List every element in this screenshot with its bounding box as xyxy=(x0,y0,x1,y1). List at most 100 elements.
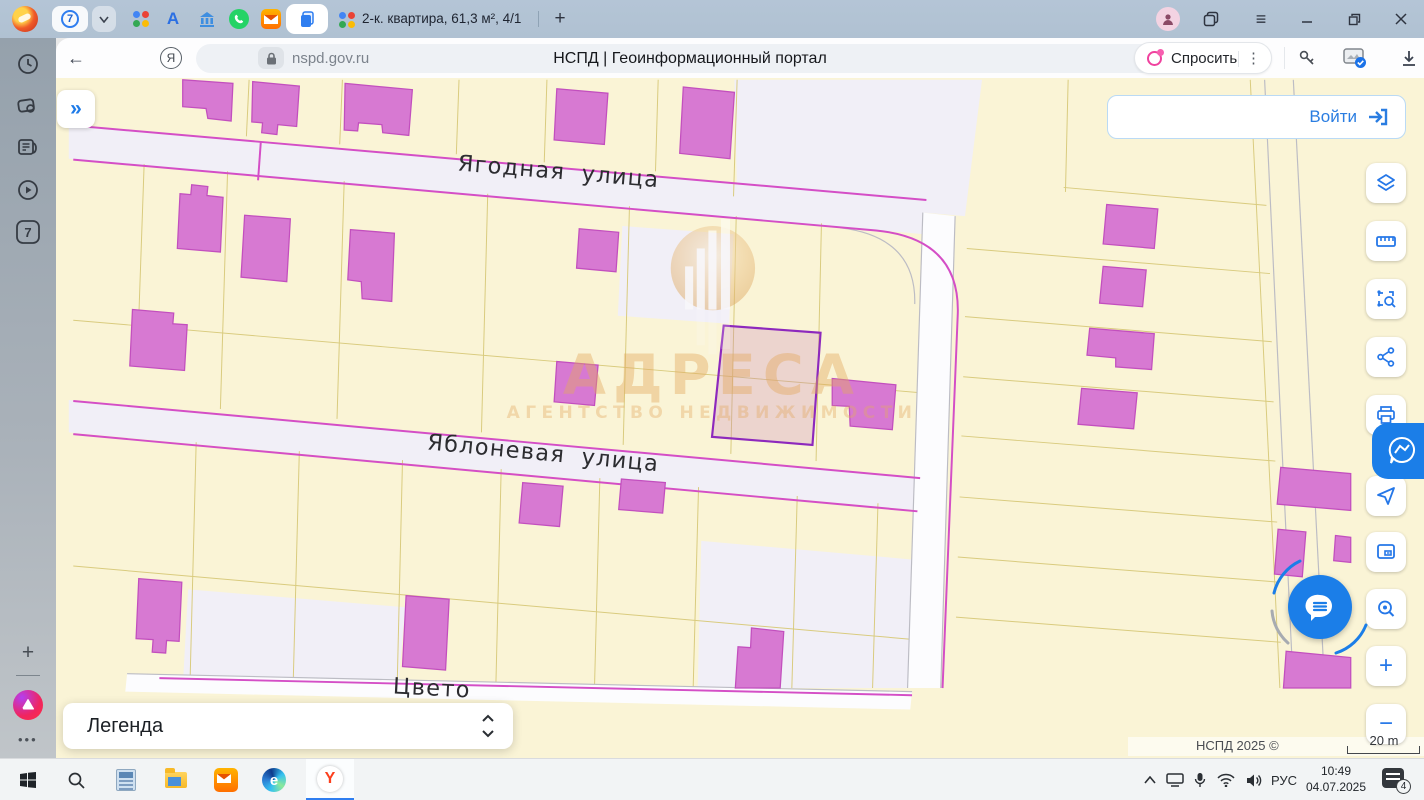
video-button[interactable] xyxy=(14,176,42,204)
yandex-browser-icon: Y xyxy=(317,766,343,792)
login-bar[interactable]: Войти xyxy=(1107,95,1406,139)
pinned-tab-whatsapp[interactable] xyxy=(226,6,252,32)
share-button[interactable] xyxy=(1366,337,1406,377)
search-pin-icon xyxy=(1375,598,1397,620)
chat-bubble-icon xyxy=(1303,590,1337,624)
taskbar-app-document[interactable] xyxy=(104,759,148,800)
feed-button[interactable] xyxy=(14,134,42,162)
tabs-overview-button[interactable] xyxy=(1198,7,1224,31)
folder-icon xyxy=(165,772,187,788)
tray-wifi[interactable] xyxy=(1212,759,1240,800)
chevron-down-icon xyxy=(99,16,109,23)
plus-icon: + xyxy=(1379,652,1393,680)
pinned-tab-mail[interactable] xyxy=(258,6,284,32)
address-bar[interactable]: nspd.gov.ru НСПД | Геоинформационный пор… xyxy=(196,44,1184,73)
measure-button[interactable] xyxy=(1366,221,1406,261)
plus-icon: + xyxy=(22,641,34,665)
camera-icon xyxy=(16,94,40,118)
new-tab-button[interactable]: + xyxy=(548,7,572,31)
pinned-tab-bank[interactable] xyxy=(194,6,220,32)
minimize-button[interactable] xyxy=(1294,7,1320,31)
pinned-tab-services[interactable] xyxy=(128,6,154,32)
close-icon xyxy=(1395,13,1407,25)
wallet-card-button[interactable] xyxy=(1342,46,1368,70)
street-label-bottom-partial: Цвето xyxy=(392,673,471,703)
notification-badge: 4 xyxy=(1396,779,1411,794)
browser-logo-icon[interactable] xyxy=(12,6,38,32)
sidebar-divider xyxy=(16,675,40,676)
minimize-icon xyxy=(1301,13,1313,25)
screenshot-button[interactable] xyxy=(14,92,42,120)
taskbar-file-explorer[interactable] xyxy=(154,759,198,800)
legend-label: Легенда xyxy=(87,703,163,749)
legend-panel[interactable]: Легенда xyxy=(63,703,513,749)
profile-avatar[interactable] xyxy=(1156,7,1180,31)
downloads-button[interactable] xyxy=(1396,46,1422,70)
tray-hidden-icons[interactable] xyxy=(1138,759,1162,800)
chat-widget[interactable] xyxy=(1266,553,1374,661)
bank-icon xyxy=(198,10,216,28)
toolbar-separator xyxy=(1284,47,1285,69)
active-pinned-tab[interactable] xyxy=(286,4,328,34)
history-button[interactable] xyxy=(14,50,42,78)
tray-language[interactable]: РУС xyxy=(1268,759,1300,800)
pinned-tab-a[interactable]: A xyxy=(160,6,186,32)
ask-alice-chip[interactable]: Спросить ⋮ xyxy=(1134,42,1272,74)
legend-collapse-icon[interactable] xyxy=(481,712,495,740)
expand-panel-button[interactable]: » xyxy=(57,90,95,128)
tab-group-chip[interactable]: 7 xyxy=(52,6,88,32)
menu-icon: ≡ xyxy=(1256,9,1267,30)
tray-cast[interactable] xyxy=(1162,759,1188,800)
yandex-search-button[interactable]: Я xyxy=(160,47,182,69)
seven-square-icon: 7 xyxy=(15,219,41,245)
tray-microphone[interactable] xyxy=(1188,759,1212,800)
tab-group-seven-button[interactable]: 7 xyxy=(14,218,42,246)
letter-a-icon: A xyxy=(167,9,179,29)
geolocation-button[interactable] xyxy=(1366,476,1406,516)
scale-bar xyxy=(1347,746,1420,754)
tab-group-expand[interactable] xyxy=(92,6,116,32)
svg-text:7: 7 xyxy=(24,225,31,240)
ruler-icon xyxy=(1375,230,1397,252)
watermark-title: АДРЕСА xyxy=(563,343,861,408)
browser-toolbar: ← Я ↻ nspd.gov.ru НСПД | Геоинформационн… xyxy=(56,38,1424,78)
taskbar-yandex-browser-active[interactable]: Y xyxy=(306,759,354,800)
restore-button[interactable] xyxy=(1341,7,1367,31)
speaker-icon xyxy=(1246,773,1263,788)
sidebar-add-button[interactable]: + xyxy=(16,641,40,665)
restore-icon xyxy=(1348,13,1361,26)
back-button[interactable]: ← xyxy=(62,38,90,78)
services-icon xyxy=(133,11,149,27)
chat-button[interactable] xyxy=(1288,575,1352,639)
ask-separator xyxy=(1238,51,1239,67)
login-icon xyxy=(1367,107,1389,127)
tab-title[interactable]: 2-к. квартира, 61,3 м², 4/1 xyxy=(362,0,528,38)
browser-menu-button[interactable]: ≡ xyxy=(1248,7,1274,31)
person-icon xyxy=(1161,12,1175,26)
passwords-button[interactable] xyxy=(1294,46,1320,70)
edge-icon: e xyxy=(262,768,286,792)
close-button[interactable] xyxy=(1388,7,1414,31)
taskbar-search-button[interactable] xyxy=(54,759,98,800)
sidebar-more-button[interactable]: ••• xyxy=(18,732,38,747)
start-button[interactable] xyxy=(6,759,50,800)
alice-button[interactable] xyxy=(13,690,43,720)
ask-more-button[interactable]: ⋮ xyxy=(1246,43,1261,75)
ya-icon: Я xyxy=(167,51,176,65)
share-icon xyxy=(1375,346,1397,368)
taskbar-mail[interactable] xyxy=(204,759,248,800)
feedback-widget[interactable] xyxy=(1372,423,1424,479)
layers-button[interactable] xyxy=(1366,163,1406,203)
tray-clock[interactable]: 10:49 04.07.2025 xyxy=(1300,763,1372,795)
taskbar-edge[interactable]: e xyxy=(252,759,296,800)
map-canvas[interactable]: АДРЕСА АГЕНТСТВО НЕДВИЖИМОСТИ Ягодная ул… xyxy=(0,78,1424,758)
area-search-button[interactable] xyxy=(1366,279,1406,319)
ask-label: Спросить xyxy=(1171,43,1237,75)
tray-volume[interactable] xyxy=(1240,759,1268,800)
mail-icon xyxy=(261,9,281,29)
clock-icon xyxy=(16,52,40,76)
wifi-icon xyxy=(1217,773,1235,787)
attribution-text: НСПД 2025 © xyxy=(1196,738,1279,753)
empty-parcel-bottomcenter xyxy=(698,541,915,688)
tab-favicon-icon xyxy=(339,12,355,28)
